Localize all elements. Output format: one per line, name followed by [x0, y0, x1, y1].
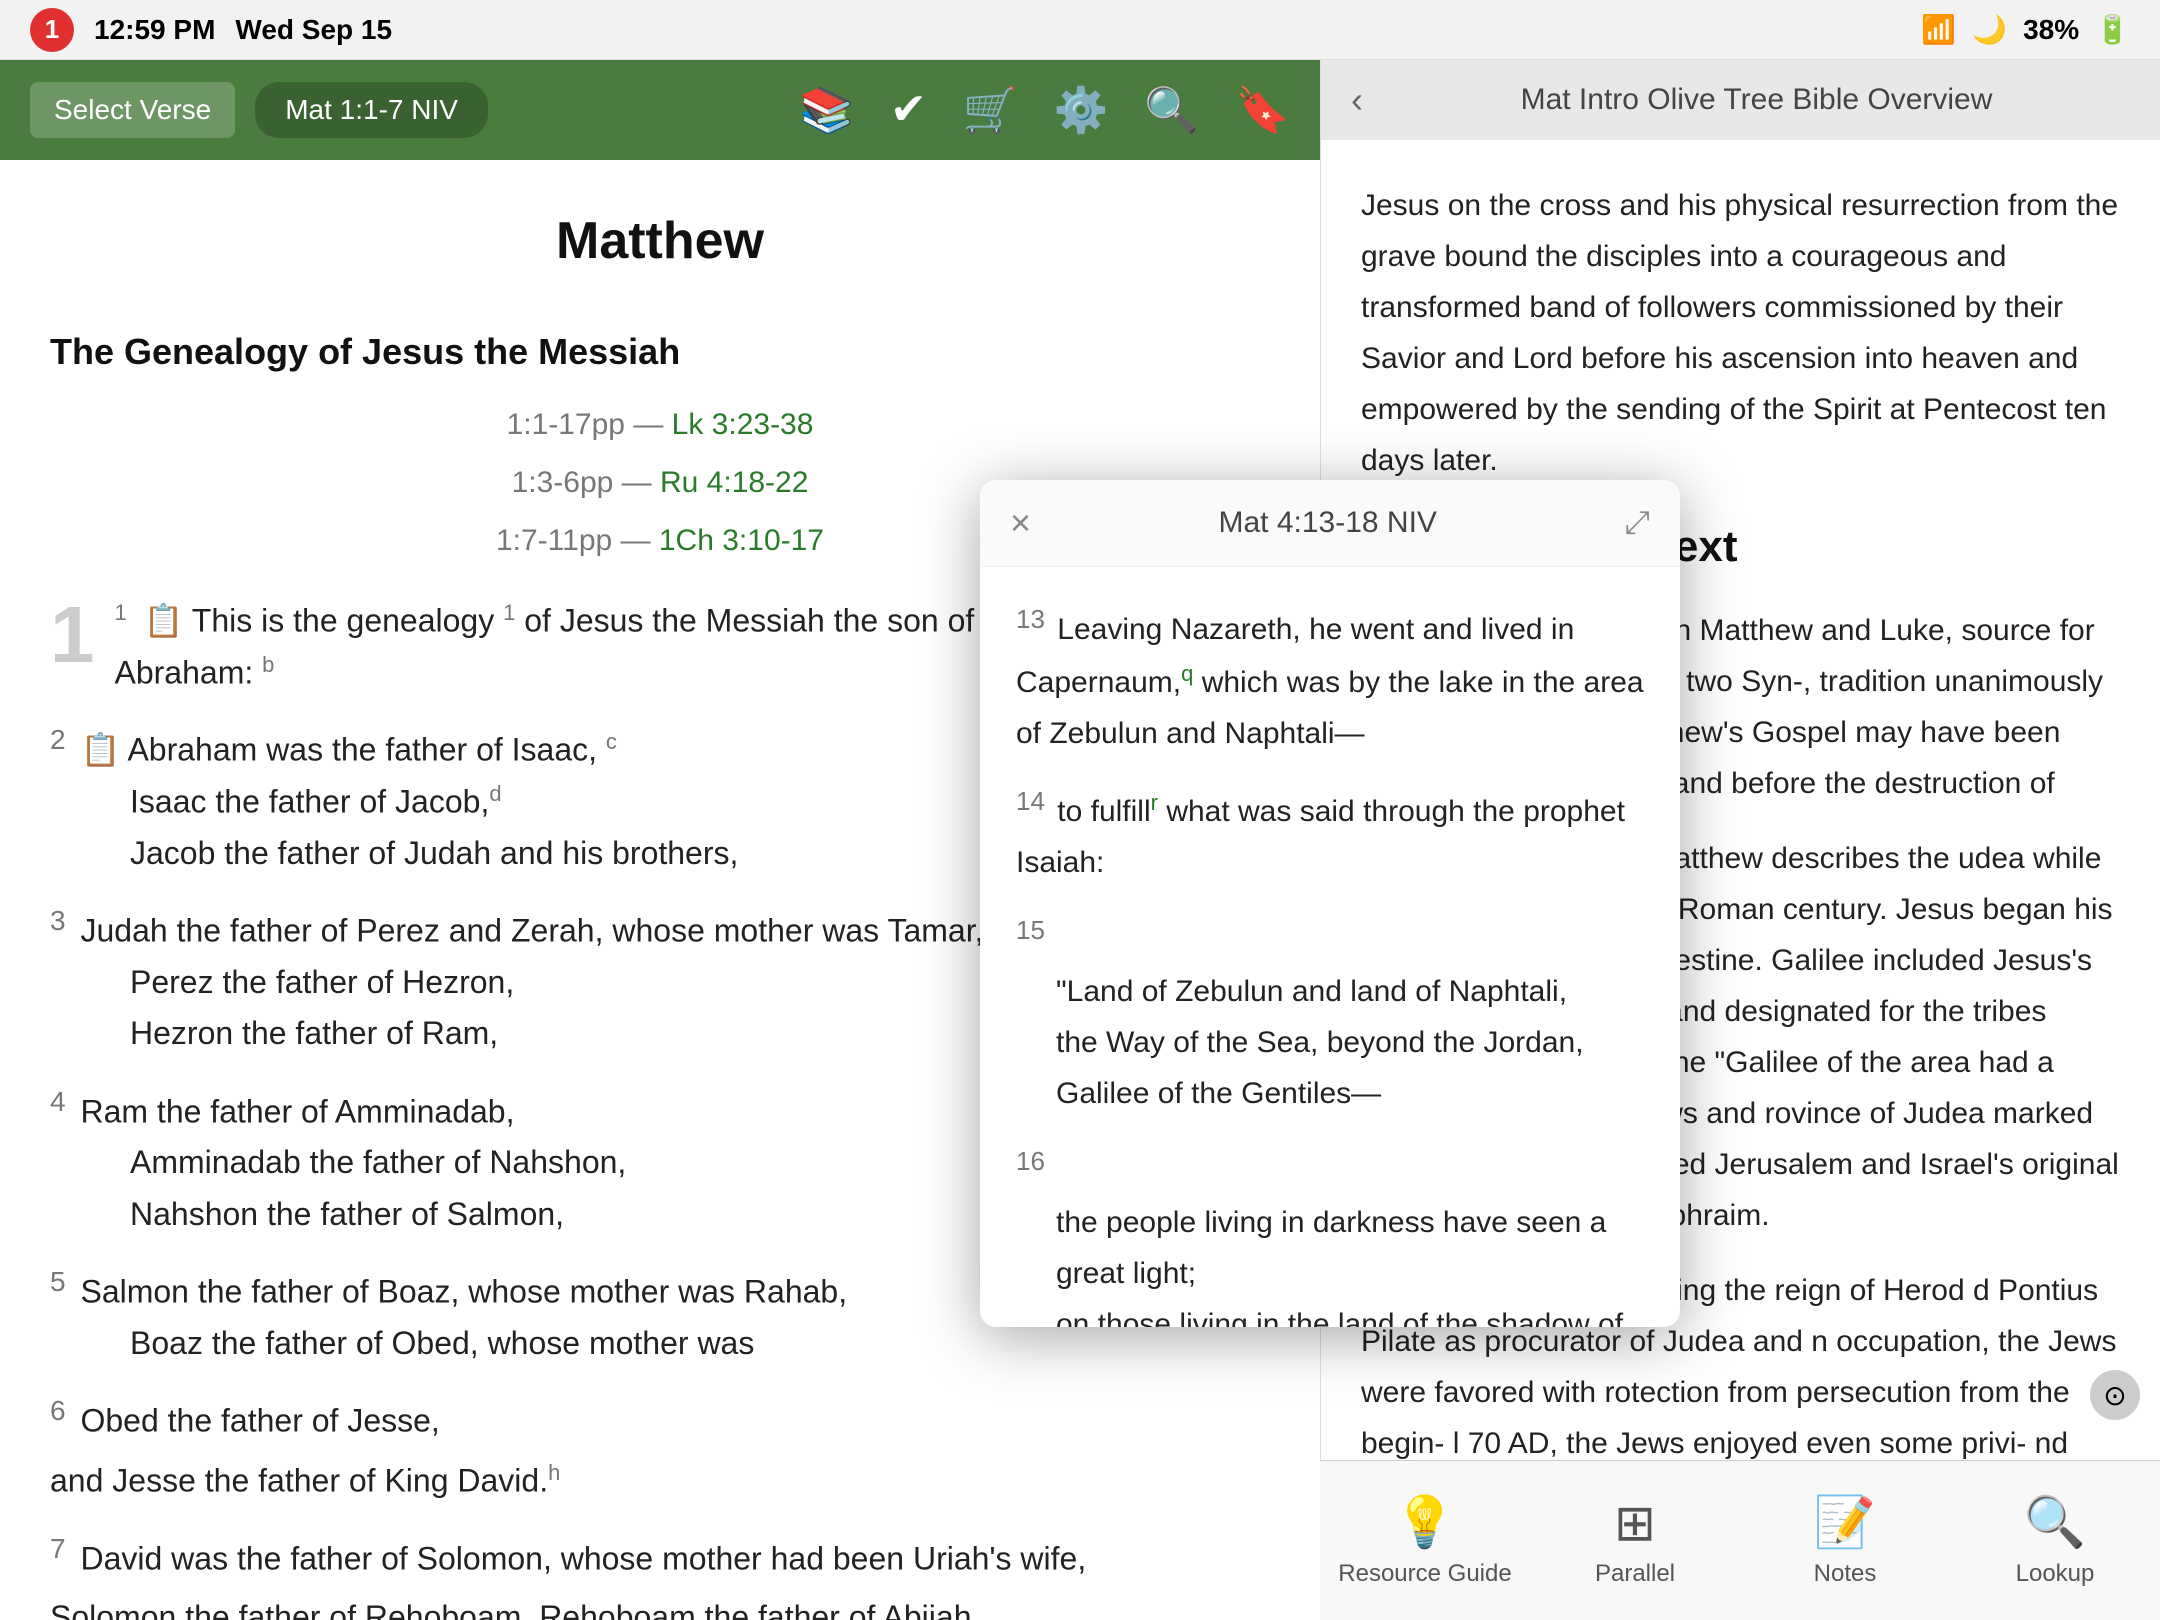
tab-resource-guide[interactable]: 💡 Resource Guide: [1320, 1483, 1530, 1598]
verse-1-icon: 📋: [144, 602, 184, 638]
popup-v13-num: 13: [1016, 604, 1045, 634]
popup-v16-poetry: the people living in darkness have seen …: [1056, 1197, 1644, 1327]
verse-5-text: Salmon the father of Boaz, whose mother …: [80, 1273, 847, 1309]
popup-header: × Mat 4:13-18 NIV ⤢: [980, 480, 1680, 567]
tab-lookup[interactable]: 🔍 Lookup: [1950, 1483, 2160, 1598]
popup-v14-text: to fulfill: [1057, 795, 1150, 828]
verse-4-num: 4: [50, 1086, 66, 1117]
status-bar: 1 12:59 PM Wed Sep 15 📶 🌙 38% 🔋: [0, 0, 2160, 60]
resource-guide-label: Resource Guide: [1338, 1560, 1511, 1588]
cart-icon[interactable]: 🛒: [963, 84, 1018, 136]
verse-6b-text: and Jesse the father of King David.h: [50, 1455, 1270, 1507]
verse-6-block: 6 Obed the father of Jesse, and Jesse th…: [50, 1389, 1270, 1507]
popup-v14-num: 14: [1016, 786, 1045, 816]
toolbar-reference[interactable]: Mat 1:1-7 NIV: [255, 82, 488, 138]
popup-verse-14: 14 to fulfillr what was said through the…: [1016, 779, 1644, 888]
gear-icon[interactable]: ⚙️: [1054, 84, 1109, 136]
popup-verse-15: 15 "Land of Zebulun and land of Naphtali…: [1016, 908, 1644, 1119]
popup-v15-num: 15: [1016, 915, 1045, 945]
verse-3-text: Judah the father of Perez and Zerah, who…: [80, 913, 983, 949]
right-panel-title: Mat Intro Olive Tree Bible Overview: [1383, 83, 2130, 117]
verse-1-fn-b: b: [262, 652, 274, 677]
fn-h: h: [548, 1460, 560, 1485]
chapter-number: 1: [50, 595, 95, 675]
cross-ref-link-3[interactable]: 1Ch 3:10-17: [659, 524, 824, 557]
right-para-1: Jesus on the cross and his physical resu…: [1361, 180, 2120, 486]
popup-content: 13 Leaving Nazareth, he went and lived i…: [980, 567, 1680, 1327]
parallel-label: Parallel: [1595, 1560, 1675, 1588]
verse-6-num: 6: [50, 1395, 66, 1426]
verse-7-num: 7: [50, 1533, 66, 1564]
cross-ref-link-1[interactable]: Lk 3:23-38: [672, 408, 814, 441]
popup-v13-fn: q: [1181, 661, 1193, 686]
popup-v16-num: 16: [1016, 1146, 1045, 1176]
verse-1-superscript: 1: [115, 600, 127, 625]
popup-expand-button[interactable]: ⤢: [1624, 504, 1650, 542]
verse-4-text: Ram the father of Amminadab,: [80, 1093, 514, 1129]
back-icon[interactable]: ‹: [1351, 79, 1363, 121]
verse-1-footnote: 1: [503, 600, 515, 625]
status-time: 12:59 PM: [94, 14, 215, 46]
verse-7-text: David was the father of Solomon, whose m…: [80, 1540, 1086, 1576]
cross-ref-1: 1:1-17pp — Lk 3:23-38: [50, 401, 1270, 449]
verse-6-text: Obed the father of Jesse,: [80, 1402, 439, 1438]
popup-v14-fn: r: [1151, 790, 1158, 815]
right-panel-header: ‹ Mat Intro Olive Tree Bible Overview: [1321, 60, 2160, 140]
battery-icon: 🔋: [2095, 13, 2130, 46]
battery-status: 38%: [2023, 14, 2079, 46]
bottom-tab-bar: 💡 Resource Guide ⊞ Parallel 📝 Notes 🔍 Lo…: [1320, 1460, 2160, 1620]
toolbar-icons: 📚 ✔ 🛒 ⚙️ 🔍 🔖: [799, 84, 1290, 136]
popup-panel: × Mat 4:13-18 NIV ⤢ 13 Leaving Nazareth,…: [980, 480, 1680, 1327]
popup-verse-16: 16 the people living in darkness have se…: [1016, 1139, 1644, 1327]
notification-badge: 1: [30, 8, 74, 52]
verse-5-num: 5: [50, 1266, 66, 1297]
fn-d: d: [489, 781, 501, 806]
status-date: Wed Sep 15: [235, 14, 392, 46]
bookmark-icon[interactable]: 🔖: [1235, 84, 1290, 136]
scroll-indicator[interactable]: ⊙: [2090, 1370, 2140, 1420]
cross-ref-link-2[interactable]: Ru 4:18-22: [660, 466, 808, 499]
search-icon[interactable]: 🔍: [1144, 84, 1199, 136]
status-bar-right: 📶 🌙 38% 🔋: [1921, 13, 2130, 46]
resource-guide-icon: 💡: [1394, 1493, 1456, 1552]
section-heading: The Genealogy of Jesus the Messiah: [50, 323, 1270, 381]
library-icon[interactable]: 📚: [799, 84, 854, 136]
moon-icon: 🌙: [1972, 13, 2007, 46]
verse-7b-text: Solomon the father of Rehoboam, Rehoboam…: [50, 1592, 1270, 1620]
popup-title: Mat 4:13-18 NIV: [1031, 506, 1624, 540]
select-verse-button[interactable]: Select Verse: [30, 82, 235, 138]
popup-close-button[interactable]: ×: [1010, 505, 1031, 541]
notes-icon: 📝: [1814, 1493, 1876, 1552]
tab-parallel[interactable]: ⊞ Parallel: [1530, 1484, 1740, 1598]
bible-title: Matthew: [50, 200, 1270, 283]
parallel-icon: ⊞: [1614, 1494, 1656, 1552]
status-bar-left: 1 12:59 PM Wed Sep 15: [30, 8, 392, 52]
popup-v15-poetry: "Land of Zebulun and land of Naphtali, t…: [1056, 966, 1644, 1119]
lookup-label: Lookup: [2016, 1560, 2095, 1588]
verse-3-num: 3: [50, 905, 66, 936]
notes-label: Notes: [1814, 1560, 1877, 1588]
popup-verse-13: 13 Leaving Nazareth, he went and lived i…: [1016, 597, 1644, 759]
verse-2-text: Abraham was the father of Isaac,: [127, 732, 605, 768]
verse-2-fn-c: c: [606, 729, 617, 754]
tab-notes[interactable]: 📝 Notes: [1740, 1483, 1950, 1598]
verse-2-num: 2: [50, 724, 66, 755]
wifi-icon: 📶: [1921, 13, 1956, 46]
toolbar: Select Verse Mat 1:1-7 NIV 📚 ✔ 🛒 ⚙️ 🔍 🔖: [0, 60, 1320, 160]
bookmark-check-icon[interactable]: ✔: [890, 84, 927, 136]
verse-2-icon: 📋: [80, 732, 120, 768]
lookup-icon: 🔍: [2024, 1493, 2086, 1552]
verse-7-block: 7 David was the father of Solomon, whose…: [50, 1527, 1270, 1620]
verse-1-text: This is the genealogy: [192, 602, 503, 638]
